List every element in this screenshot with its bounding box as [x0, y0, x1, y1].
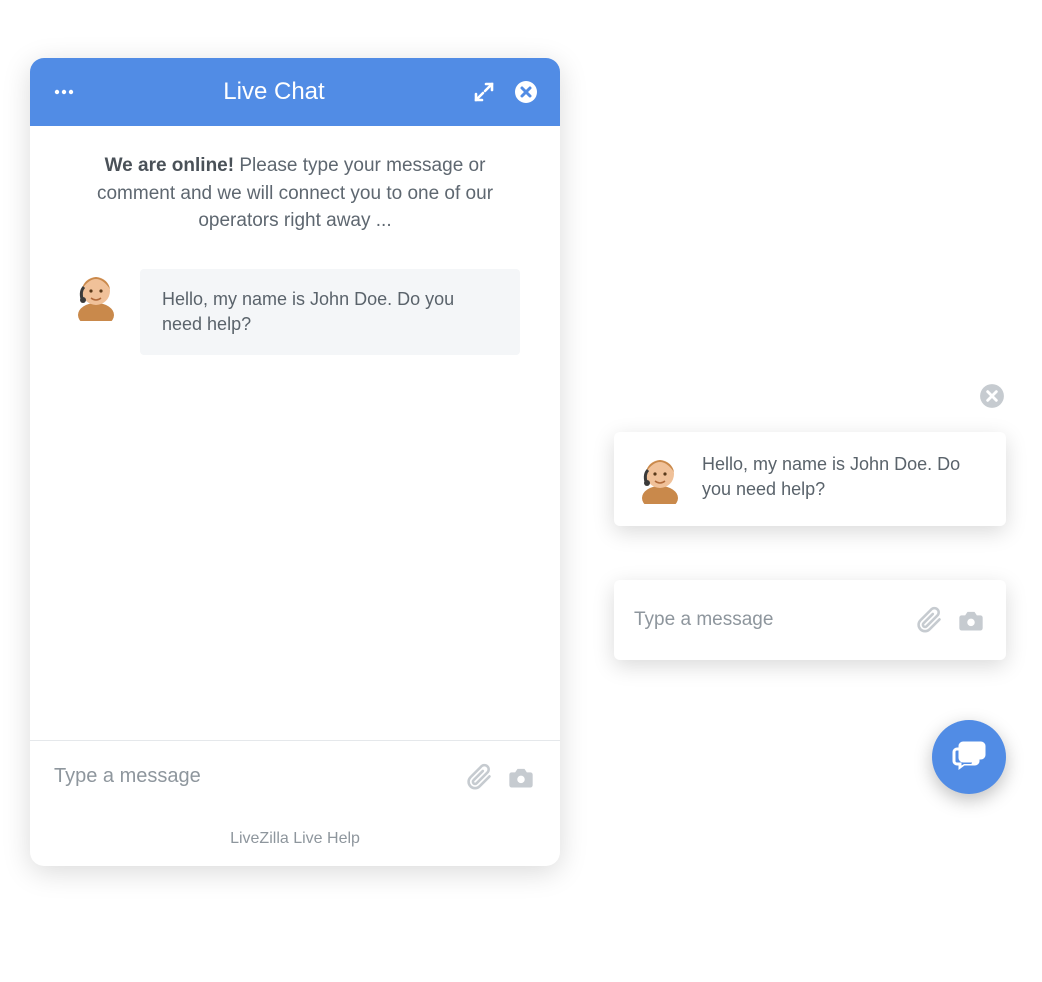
- close-icon[interactable]: [510, 76, 542, 108]
- chat-bubble-icon: [951, 737, 987, 778]
- welcome-bold: We are online!: [105, 155, 235, 176]
- mini-attachment-icon[interactable]: [912, 603, 946, 637]
- toast-operator-avatar: [634, 452, 686, 504]
- chat-input-bar: [30, 740, 560, 812]
- chat-title: Live Chat: [80, 78, 468, 106]
- mini-camera-icon[interactable]: [954, 603, 988, 637]
- chat-toast[interactable]: Hello, my name is John Doe. Do you need …: [614, 432, 1006, 526]
- welcome-message: We are online! Please type your message …: [70, 152, 520, 235]
- more-options-icon[interactable]: [48, 76, 80, 108]
- operator-message-row: Hello, my name is John Doe. Do you need …: [70, 269, 520, 355]
- expand-icon[interactable]: [468, 76, 500, 108]
- chat-header: Live Chat: [30, 58, 560, 126]
- mini-message-input[interactable]: [632, 608, 904, 632]
- operator-message-bubble: Hello, my name is John Doe. Do you need …: [140, 269, 520, 355]
- camera-icon[interactable]: [504, 760, 538, 794]
- chat-footer-brand[interactable]: LiveZilla Live Help: [30, 812, 560, 866]
- attachment-icon[interactable]: [462, 760, 496, 794]
- chat-fab-button[interactable]: [932, 720, 1006, 794]
- mini-input-bar: [614, 580, 1006, 660]
- chat-body: We are online! Please type your message …: [30, 126, 560, 355]
- chat-window: Live Chat We are online! Please type you…: [30, 58, 560, 866]
- toast-message: Hello, my name is John Doe. Do you need …: [702, 452, 982, 502]
- operator-avatar: [70, 269, 122, 321]
- message-input[interactable]: [52, 764, 454, 789]
- toast-close-icon[interactable]: [976, 380, 1008, 412]
